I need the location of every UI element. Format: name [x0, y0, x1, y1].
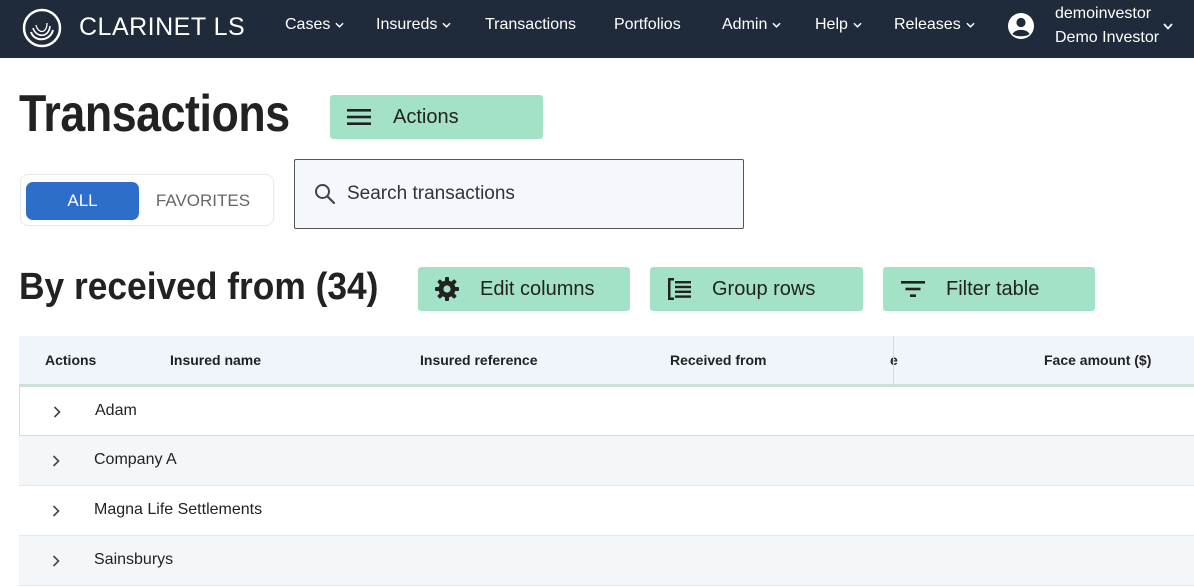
account-circle-icon[interactable]	[1007, 12, 1035, 40]
search-input[interactable]	[347, 183, 707, 205]
table-group-row[interactable]: Magna Life Settlements	[19, 486, 1194, 536]
gear-icon	[435, 277, 459, 301]
group-label: Adam	[95, 402, 137, 419]
chevron-right-icon[interactable]	[52, 455, 60, 467]
edit-columns-label: Edit columns	[480, 277, 595, 300]
group-rows-label: Group rows	[712, 277, 816, 300]
chevron-right-icon[interactable]	[52, 505, 60, 517]
nav-transactions-label: Transactions	[485, 16, 576, 33]
edit-columns-button[interactable]: Edit columns	[418, 267, 630, 311]
clarinet-logo[interactable]	[22, 8, 62, 48]
column-header-actions[interactable]: Actions	[45, 352, 96, 368]
view-toggle: ALL FAVORITES	[20, 174, 274, 226]
column-header-face-amount[interactable]: Face amount ($)	[1044, 352, 1151, 368]
menu-icon	[347, 109, 371, 125]
search-icon	[315, 184, 336, 205]
brand-name: CLARINET LS	[79, 13, 246, 41]
table-group-row[interactable]: Sainsburys	[19, 536, 1194, 586]
nav-help-label: Help	[815, 16, 848, 33]
nav-help[interactable]: Help	[815, 16, 862, 34]
nav-cases-label: Cases	[285, 16, 331, 33]
chevron-down-icon	[772, 22, 781, 28]
chevron-down-icon	[966, 22, 975, 28]
group-label: Sainsburys	[94, 551, 174, 568]
actions-button[interactable]: Actions	[330, 95, 543, 139]
table-group-row[interactable]: Company A	[19, 436, 1194, 486]
search-box	[294, 159, 744, 229]
nav-portfolios-label: Portfolios	[614, 16, 681, 33]
group-label: Magna Life Settlements	[94, 501, 263, 518]
table-group-row[interactable]: Adam	[19, 386, 1194, 436]
group-label: Company A	[94, 451, 177, 468]
chevron-down-icon	[335, 22, 344, 28]
nav-releases-label: Releases	[894, 16, 961, 33]
column-header-insured-name[interactable]: Insured name	[170, 352, 261, 368]
user-username[interactable]: demoinvestor	[1055, 5, 1151, 23]
toggle-all[interactable]: ALL	[26, 182, 139, 220]
nav-admin[interactable]: Admin	[722, 16, 781, 34]
toggle-favorites[interactable]: FAVORITES	[143, 182, 263, 220]
filter-table-button[interactable]: Filter table	[883, 267, 1095, 311]
nav-portfolios[interactable]: Portfolios	[614, 16, 681, 34]
filter-table-label: Filter table	[946, 277, 1040, 300]
group-rows-button[interactable]: Group rows	[650, 267, 863, 311]
page-title: Transactions	[19, 85, 290, 143]
nav-releases[interactable]: Releases	[894, 16, 975, 34]
chevron-down-icon	[442, 22, 451, 28]
nav-admin-label: Admin	[722, 16, 768, 33]
nav-insureds-label: Insureds	[376, 16, 438, 33]
actions-button-label: Actions	[393, 105, 459, 128]
nav-insureds[interactable]: Insureds	[376, 16, 451, 34]
nav-transactions[interactable]: Transactions	[485, 16, 576, 34]
chevron-right-icon[interactable]	[53, 406, 61, 418]
column-header-insured-reference[interactable]: Insured reference	[420, 352, 538, 368]
nav-cases[interactable]: Cases	[285, 16, 344, 34]
column-header-received-from[interactable]: Received from	[670, 352, 766, 368]
filter-icon	[901, 281, 925, 297]
table-header: Actions Insured name Insured reference R…	[19, 336, 1194, 386]
chevron-down-icon[interactable]	[1163, 23, 1173, 30]
user-display-name[interactable]: Demo Investor	[1055, 29, 1159, 47]
chevron-right-icon[interactable]	[52, 555, 60, 567]
group-rows-icon	[668, 278, 691, 300]
column-resize-handle[interactable]	[893, 336, 894, 386]
section-title: By received from (34)	[19, 266, 379, 308]
top-navigation-bar: CLARINET LS Cases Insureds Transactions …	[0, 0, 1194, 58]
chevron-down-icon	[853, 22, 862, 28]
